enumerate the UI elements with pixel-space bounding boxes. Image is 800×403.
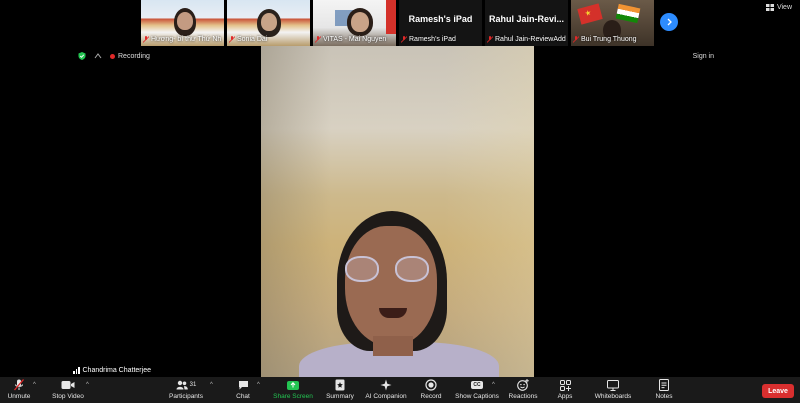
flag-icon (386, 0, 396, 34)
unmute-label: Unmute (7, 393, 31, 400)
whiteboard-icon (607, 379, 619, 391)
mic-muted-icon (14, 379, 24, 391)
apps-label: Apps (557, 393, 573, 400)
sign-in-link[interactable]: Sign in (693, 53, 714, 60)
apps-icon (559, 379, 571, 391)
participant-count: 31 (189, 382, 197, 388)
show-captions-label: Show Captions (455, 393, 499, 400)
participant-display-name: Ramesh's iPad (408, 14, 473, 24)
recording-dot-icon (110, 53, 115, 59)
speaker-neck (373, 336, 413, 356)
ai-companion-button[interactable]: AI Companion (364, 378, 408, 400)
mic-muted-icon (143, 36, 149, 43)
unmute-button[interactable]: Unmute (6, 378, 32, 400)
share-screen-label: Share Screen (273, 393, 313, 400)
participant-tile[interactable]: VITAS - Mai Nguyen (313, 0, 396, 46)
participant-name-label: Bui Trung Thuong (573, 34, 652, 45)
mic-muted-icon (487, 36, 493, 43)
glasses-lens (345, 256, 379, 282)
next-page-button[interactable] (660, 13, 678, 31)
apps-button[interactable]: Apps (555, 378, 575, 400)
participant-face (351, 12, 369, 32)
speaker-face (345, 226, 437, 346)
participants-button[interactable]: 31 Participants (168, 378, 204, 400)
view-button[interactable]: View (765, 4, 792, 11)
whiteboards-label: Whiteboards (594, 393, 632, 400)
record-button[interactable]: Record (419, 378, 443, 400)
participants-options-chevron-icon[interactable]: ^ (210, 382, 213, 388)
ai-companion-label: AI Companion (365, 393, 407, 400)
video-camera-icon (61, 381, 75, 389)
closed-captions-icon: CC (471, 381, 483, 389)
participant-name-label: Sonia Dai (229, 34, 308, 45)
participants-icon (176, 380, 188, 390)
shield-check-icon[interactable] (78, 52, 86, 60)
participant-face (261, 13, 277, 31)
sparkle-icon (380, 379, 392, 391)
recording-indicator[interactable]: Recording (110, 53, 150, 60)
summary-label: Summary (326, 393, 354, 400)
video-shading (261, 46, 331, 377)
share-screen-icon (287, 380, 299, 390)
chat-icon (238, 381, 248, 390)
smiley-plus-icon (517, 379, 529, 391)
active-speaker-video[interactable] (261, 46, 534, 377)
participant-display-name: Rahul Jain-Revi... (488, 14, 565, 24)
active-speaker-name: Chandrima Chatterjee (82, 367, 151, 374)
captions-options-chevron-icon[interactable]: ^ (492, 382, 495, 388)
chevron-right-icon (667, 18, 672, 26)
connection-icon[interactable] (94, 52, 102, 60)
notes-button[interactable]: Notes (652, 378, 676, 400)
india-flag-icon (615, 3, 641, 24)
participant-name-label: Ramesh's iPad (401, 34, 480, 45)
participant-tile[interactable]: Bui Trung Thuong (571, 0, 654, 46)
chat-button[interactable]: Chat (233, 378, 253, 400)
participant-tile[interactable]: Sonia Dai (227, 0, 310, 46)
grid-view-icon (765, 4, 774, 11)
mic-muted-icon (573, 36, 579, 43)
participant-tile[interactable]: Hương- bí thư Thứ Nh... (141, 0, 224, 46)
reactions-label: Reactions (508, 393, 538, 400)
video-options-chevron-icon[interactable]: ^ (86, 382, 89, 388)
chat-options-chevron-icon[interactable]: ^ (257, 382, 260, 388)
mic-muted-icon (401, 36, 407, 43)
mic-muted-icon (315, 36, 321, 43)
reactions-button[interactable]: Reactions (508, 378, 538, 400)
participant-tile[interactable]: Ramesh's iPad Ramesh's iPad (399, 0, 482, 46)
audio-level-icon (73, 367, 80, 374)
participants-label: Participants (169, 393, 203, 400)
stop-video-label: Stop Video (52, 393, 84, 400)
glasses-lens (395, 256, 429, 282)
share-screen-button[interactable]: Share Screen (273, 378, 313, 400)
summary-icon (335, 379, 345, 391)
participant-name-label: VITAS - Mai Nguyen (315, 34, 394, 45)
whiteboards-button[interactable]: Whiteboards (593, 378, 633, 400)
meeting-toolbar: Unmute ^ Stop Video ^ 31 Participants ^ … (0, 377, 800, 403)
vietnam-flag-icon (577, 3, 603, 25)
record-icon (425, 379, 437, 391)
meeting-status-bar: Recording (78, 52, 150, 60)
participant-face (177, 12, 193, 30)
view-label: View (776, 4, 792, 11)
active-speaker-label: Chandrima Chatterjee (73, 367, 151, 374)
leave-button[interactable]: Leave (762, 384, 794, 398)
summary-button[interactable]: Summary (324, 378, 356, 400)
audio-options-chevron-icon[interactable]: ^ (33, 382, 36, 388)
stop-video-button[interactable]: Stop Video (52, 378, 84, 400)
record-label: Record (420, 393, 442, 400)
notes-icon (659, 379, 669, 391)
video-shading (444, 46, 534, 377)
participant-strip: Hương- bí thư Thứ Nh... Sonia Dai VITAS … (0, 0, 800, 46)
notes-label: Notes (655, 393, 673, 400)
mic-muted-icon (229, 36, 235, 43)
chat-label: Chat (236, 393, 250, 400)
recording-label: Recording (118, 52, 150, 60)
participant-name-label: Hương- bí thư Thứ Nh... (143, 34, 222, 45)
participant-name-label: Rahul Jain-ReviewAdda (487, 34, 566, 45)
participant-tile[interactable]: Rahul Jain-Revi... Rahul Jain-ReviewAdda (485, 0, 568, 46)
